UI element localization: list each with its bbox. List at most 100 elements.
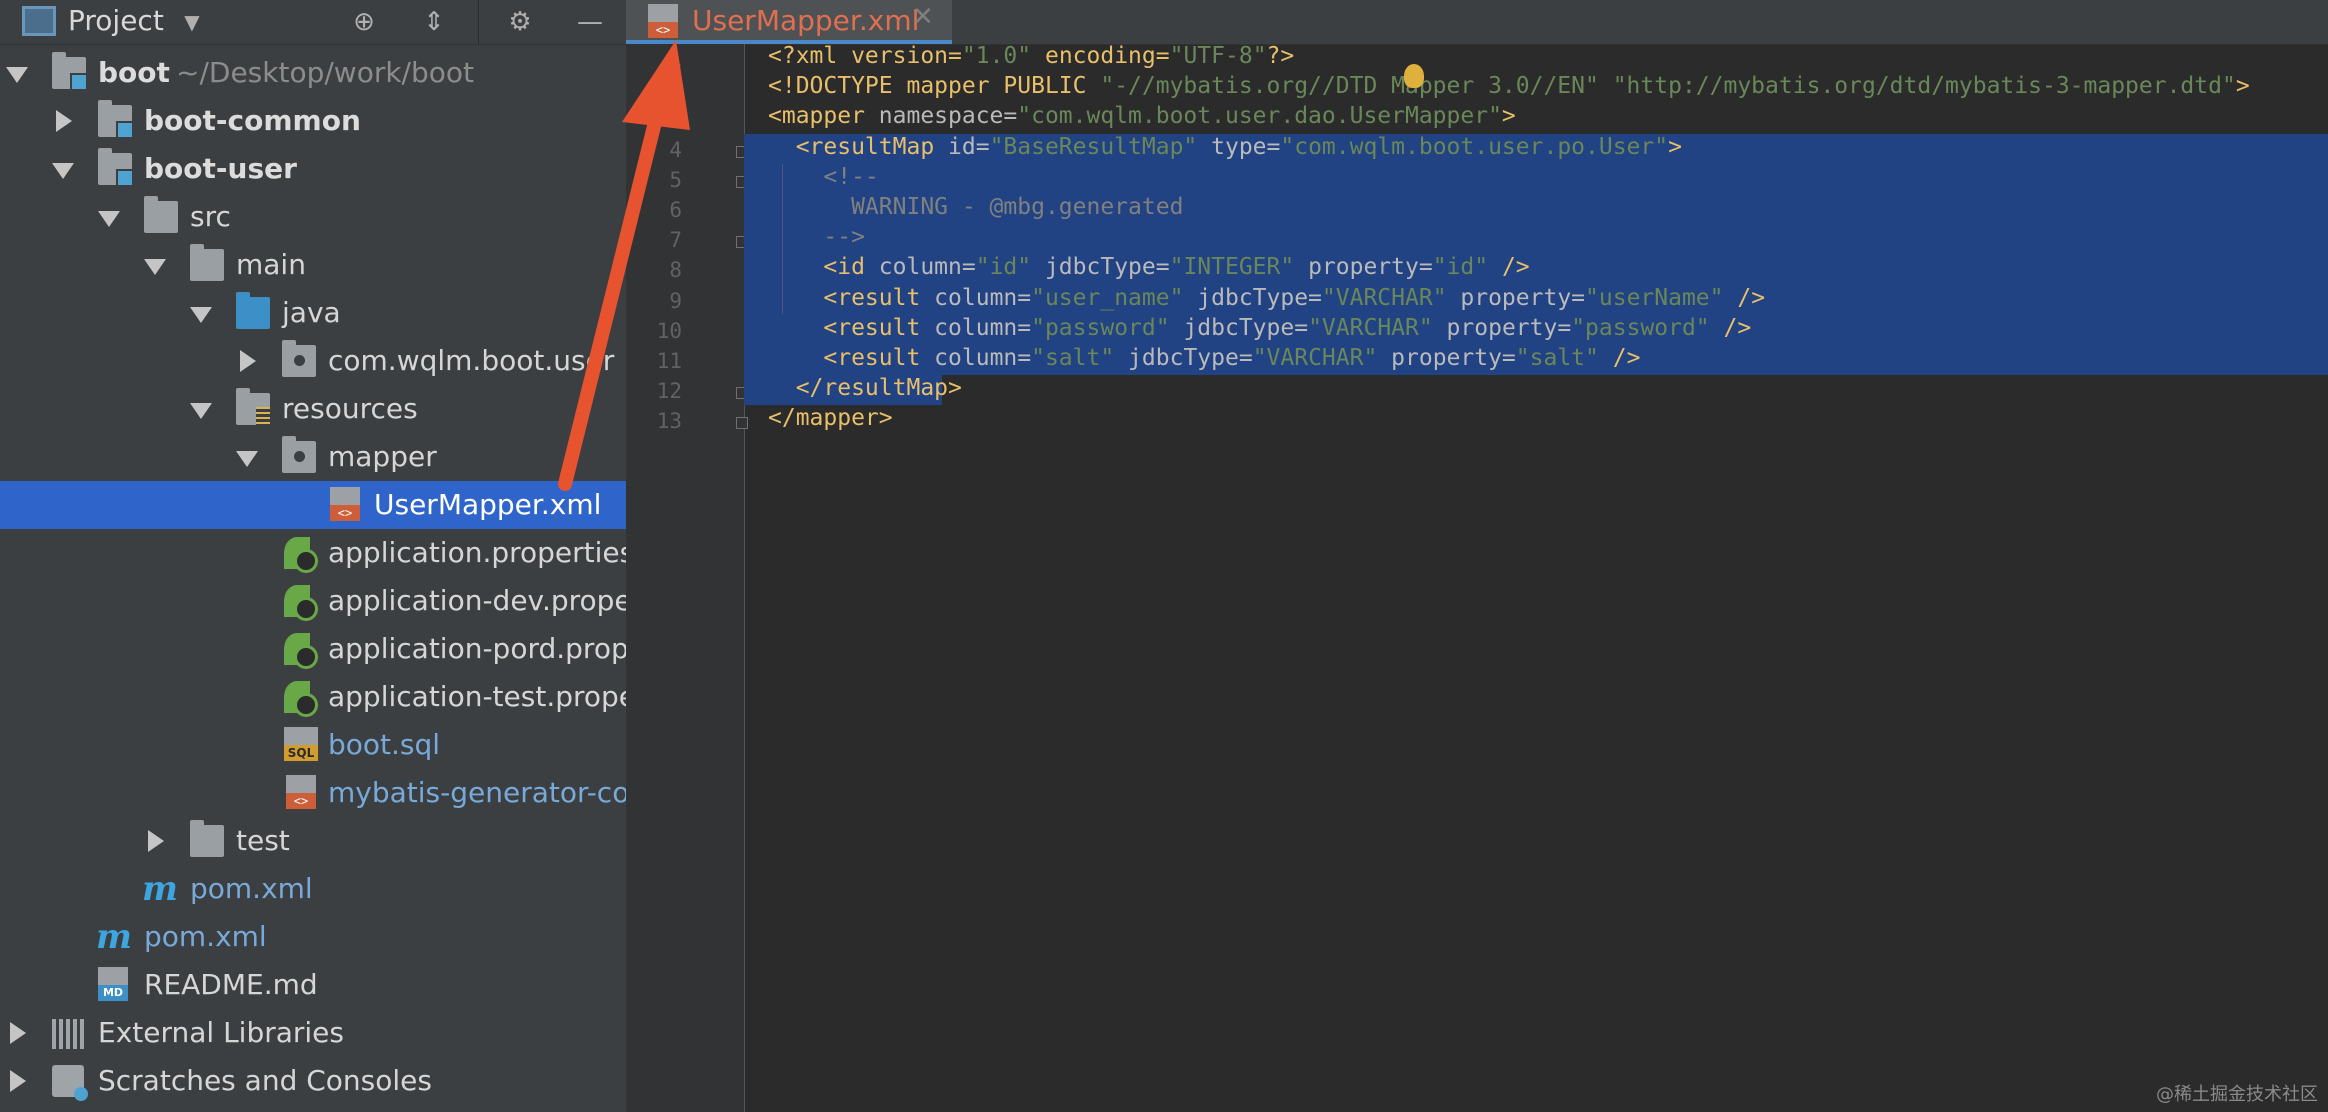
tree-item-scratches[interactable]: Scratches and Consoles xyxy=(0,1057,626,1105)
toolbar-divider xyxy=(478,0,479,44)
tree-item-mybatis-generator-config[interactable]: mybatis-generator-config.xml xyxy=(0,769,626,817)
code-token: </mapper> xyxy=(768,405,893,432)
tree-item-module-pom-xml[interactable]: m pom.xml xyxy=(0,865,626,913)
expand-arrow-icon[interactable] xyxy=(52,163,74,179)
code-token: --> xyxy=(768,224,865,251)
package-icon xyxy=(282,436,316,473)
tree-item-java[interactable]: java xyxy=(0,289,626,337)
code-token: column= xyxy=(920,314,1032,341)
tree-item-src[interactable]: src xyxy=(0,193,626,241)
expand-arrow-icon[interactable] xyxy=(144,259,166,275)
tab-usermapper-xml[interactable]: UserMapper.xml ✕ xyxy=(626,0,952,44)
expand-arrow-icon[interactable] xyxy=(98,211,120,227)
tree-item-application-test-properties[interactable]: application-test.properties xyxy=(0,673,626,721)
code-token: > xyxy=(1668,133,1682,160)
collapse-arrow-icon[interactable] xyxy=(56,110,72,132)
code-token: "password" xyxy=(1031,314,1170,341)
code-line: </mapper> xyxy=(768,403,893,433)
code-token: <result xyxy=(768,314,921,341)
scratches-icon xyxy=(52,1065,88,1101)
project-view-icon xyxy=(22,6,56,36)
tree-item-boot-user[interactable]: boot-user xyxy=(0,145,626,193)
tree-item-resources[interactable]: resources xyxy=(0,385,626,433)
code-line: <result column="salt" jdbcType="VARCHAR"… xyxy=(768,343,1640,373)
code-token: jdbcType= xyxy=(1183,284,1322,311)
tree-item-root-pom-xml[interactable]: m pom.xml xyxy=(0,913,626,961)
tree-item-boot-common[interactable]: boot-common xyxy=(0,97,626,145)
code-token: /> xyxy=(1709,314,1752,341)
tree-item-boot-sql[interactable]: boot.sql xyxy=(0,721,626,769)
sql-file-icon xyxy=(284,727,318,761)
code-token: property= xyxy=(1446,284,1586,311)
code-token: property= xyxy=(1377,345,1516,371)
line-number: 8 xyxy=(669,258,682,283)
markdown-file-icon xyxy=(98,967,128,1001)
tree-item-label: README.md xyxy=(144,968,318,1001)
code-token: "com.wqlm.boot.user.dao.UserMapper" xyxy=(1017,103,1502,130)
editor-tab-bar: UserMapper.xml ✕ xyxy=(626,0,2328,45)
code-token: </resultMap> xyxy=(768,375,962,402)
code-token: "id" xyxy=(1432,254,1489,281)
spring-properties-icon xyxy=(284,585,318,621)
code-token: column= xyxy=(920,284,1032,311)
tree-item-label: application.properties xyxy=(328,536,626,569)
xml-file-icon xyxy=(330,487,360,521)
expand-arrow-icon[interactable] xyxy=(190,307,212,323)
code-token: <result xyxy=(768,345,921,371)
expand-arrow-icon[interactable] xyxy=(190,403,212,419)
project-toolbar: Project ▼ ⊕ ⇕ ⚙ — xyxy=(0,0,626,45)
code-token: "VARCHAR" xyxy=(1252,345,1378,371)
code-token: "http://mybatis.org/dtd/mybatis-3-mapper… xyxy=(1612,73,2236,100)
tree-item-application-pord-properties[interactable]: application-pord.properties xyxy=(0,625,626,673)
collapse-all-icon[interactable]: ⇕ xyxy=(418,6,450,38)
tree-item-label: src xyxy=(190,200,231,233)
code-token: namespace= xyxy=(864,103,1018,130)
tree-item-boot[interactable]: boot ~/Desktop/work/boot xyxy=(0,49,626,97)
watermark: @稀土掘金技术社区 xyxy=(2156,1084,2318,1105)
code-token: "1.0" xyxy=(961,43,1032,69)
collapse-arrow-icon[interactable] xyxy=(10,1070,26,1092)
close-icon[interactable]: ✕ xyxy=(912,2,934,32)
package-icon xyxy=(282,340,316,377)
collapse-arrow-icon[interactable] xyxy=(10,1022,26,1044)
code-token: "com.wqlm.boot.user.po.User" xyxy=(1280,133,1669,160)
code-token: <!DOCTYPE mapper PUBLIC xyxy=(768,73,1101,100)
tree-item-usermapper-xml[interactable]: UserMapper.xml xyxy=(0,481,626,529)
tree-item-external-libraries[interactable]: External Libraries xyxy=(0,1009,626,1057)
code-token: "password" xyxy=(1571,314,1710,341)
collapse-arrow-icon[interactable] xyxy=(148,830,164,852)
tree-item-mapper[interactable]: mapper xyxy=(0,433,626,481)
code-line: WARNING - @mbg.generated xyxy=(768,192,1183,222)
tree-item-test[interactable]: test xyxy=(0,817,626,865)
project-view-selector[interactable]: Project xyxy=(68,4,164,37)
code-line: <?xml version="1.0" encoding="UTF-8"?> xyxy=(768,41,1294,71)
gear-icon[interactable]: ⚙ xyxy=(504,6,536,38)
tab-label: UserMapper.xml xyxy=(692,4,920,37)
tree-item-label: Scratches and Consoles xyxy=(98,1064,432,1097)
tree-item-label: boot.sql xyxy=(328,728,441,761)
tree-item-main[interactable]: main xyxy=(0,241,626,289)
expand-arrow-icon[interactable] xyxy=(6,67,28,83)
code-token: jdbcType= xyxy=(1169,314,1309,341)
locate-file-icon[interactable]: ⊕ xyxy=(348,6,380,38)
code-line: --> xyxy=(768,222,865,252)
chevron-down-icon[interactable]: ▼ xyxy=(176,6,208,38)
expand-arrow-icon[interactable] xyxy=(236,451,258,467)
tree-item-readme-md[interactable]: README.md xyxy=(0,961,626,1009)
hide-panel-icon[interactable]: — xyxy=(574,6,606,38)
tree-item-label: boot xyxy=(98,56,170,89)
line-number: 1 xyxy=(669,47,682,71)
code-token: "salt" xyxy=(1515,345,1599,371)
tree-item-label: com.wqlm.boot.user xyxy=(328,344,615,377)
line-number-gutter: 1 2 3 4 5 6 7 8 9 10 11 12 13 xyxy=(626,44,748,1112)
code-area[interactable]: <?xml version="1.0" encoding="UTF-8"?> <!… xyxy=(744,41,2328,1112)
tree-item-application-properties[interactable]: application.properties xyxy=(0,529,626,577)
collapse-arrow-icon[interactable] xyxy=(240,350,256,372)
tree-item-label: mapper xyxy=(328,440,437,473)
tree-item-application-dev-properties[interactable]: application-dev.properties xyxy=(0,577,626,625)
folder-icon xyxy=(190,820,224,857)
tree-item-package[interactable]: com.wqlm.boot.user xyxy=(0,337,626,385)
libraries-icon xyxy=(52,1019,86,1049)
lightbulb-icon[interactable] xyxy=(1404,64,1424,88)
